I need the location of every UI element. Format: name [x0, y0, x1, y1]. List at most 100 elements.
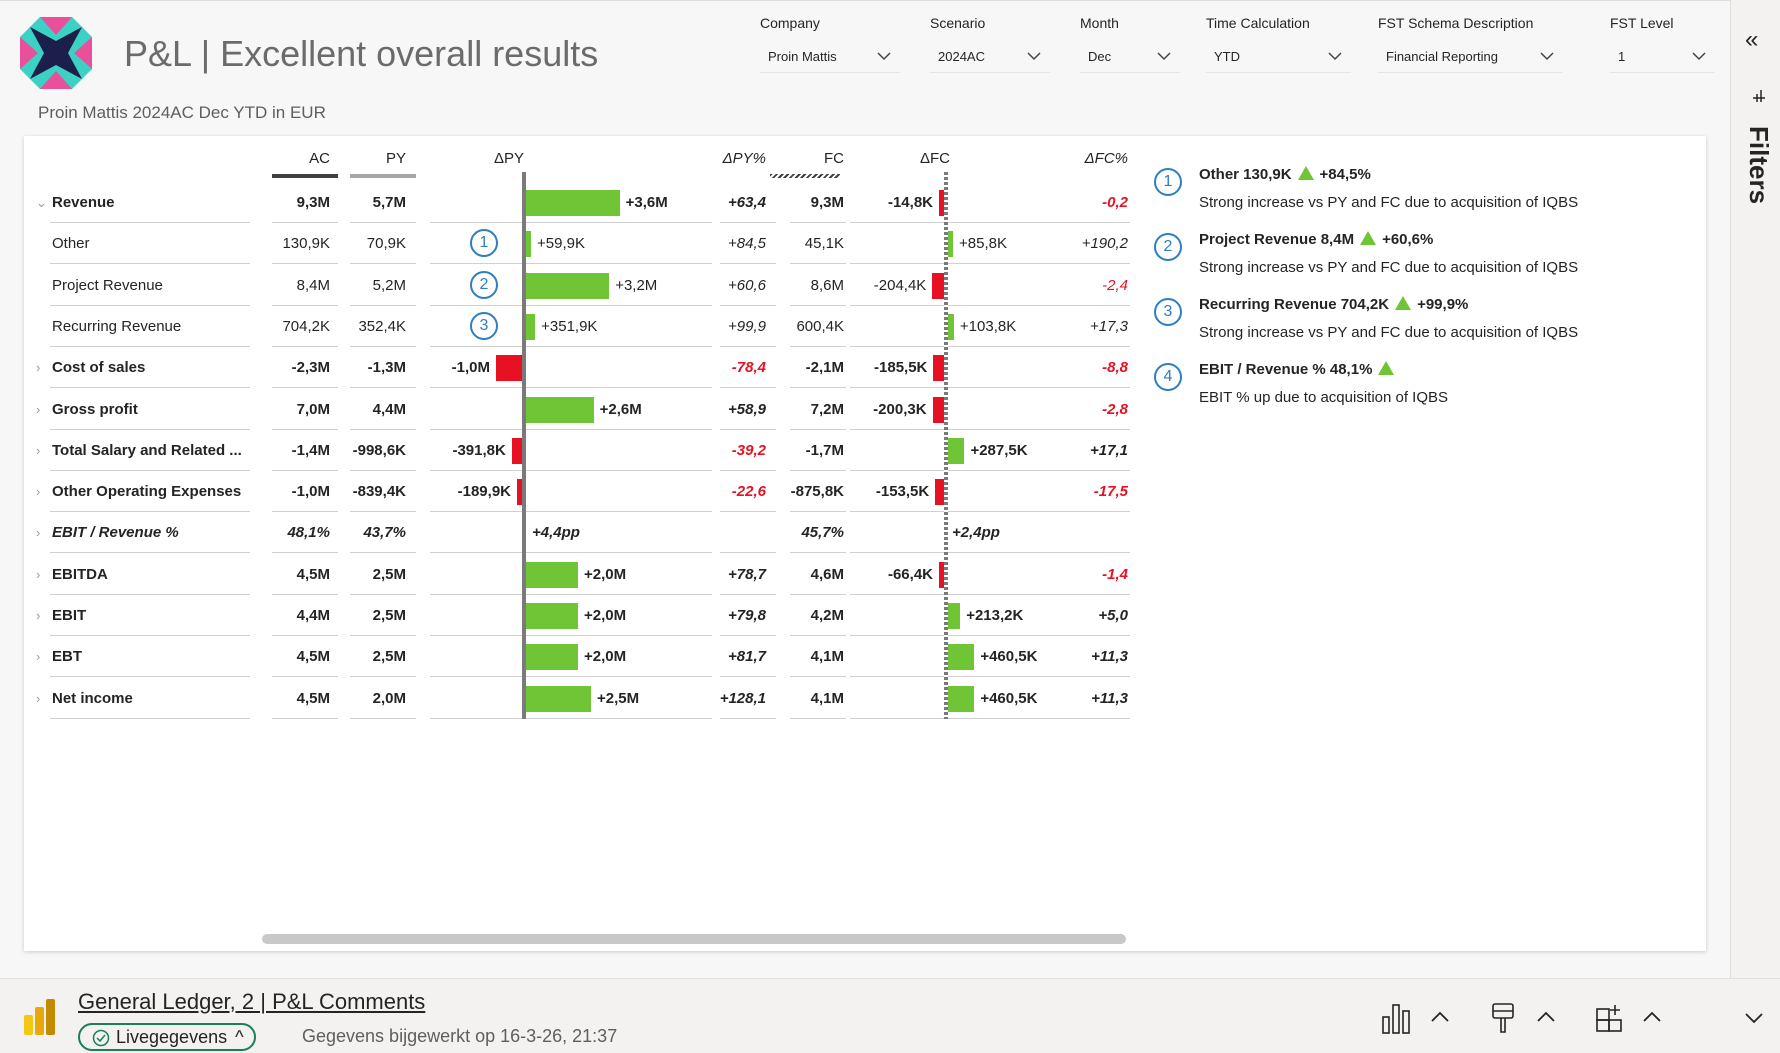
- table-row[interactable]: › Net income 4,5M 2,0M +128,1 4,1M +11,3 +2,5M +…: [24, 678, 1130, 719]
- delta-fc-bar[interactable]: [933, 355, 944, 382]
- table-row[interactable]: Other 130,9K 70,9K +84,5 45,1K +190,2 +59,9K +8…: [24, 223, 1130, 265]
- header-fc[interactable]: FC: [784, 150, 844, 167]
- bar-chart-icon[interactable]: [1380, 1001, 1420, 1035]
- header-ac[interactable]: AC: [270, 150, 330, 167]
- slicer-scenario[interactable]: Scenario 2024AC: [930, 15, 1050, 73]
- slicer-dropdown[interactable]: 2024AC: [930, 43, 1050, 73]
- comment-marker-icon[interactable]: 1: [470, 229, 498, 258]
- slicer-company[interactable]: Company Proin Mattis: [760, 15, 900, 73]
- delta-fc-bar[interactable]: [932, 272, 944, 299]
- delta-py-label: +3,2M: [615, 276, 658, 294]
- table-row[interactable]: › EBIT / Revenue % 48,1% 43,7% 45,7% +4,4pp +2…: [24, 512, 1130, 554]
- delta-py-bar[interactable]: [526, 313, 536, 340]
- chevron-up-icon[interactable]: [1640, 1001, 1664, 1035]
- table-row[interactable]: Project Revenue 8,4M 5,2M +60,6 8,6M -2,4 +3,2…: [24, 265, 1130, 306]
- comment-number-icon: 1: [1154, 168, 1182, 196]
- collapse-icon[interactable]: «: [1745, 26, 1758, 54]
- comment-delta: +99,9%: [1417, 296, 1469, 313]
- delta-fc-bar[interactable]: [948, 644, 975, 671]
- expand-row-icon[interactable]: ›: [36, 347, 40, 388]
- cell-dpy-pct: +81,7: [728, 648, 766, 666]
- delta-py-bar[interactable]: [526, 190, 620, 216]
- header-dfc-pct[interactable]: ΔFC%: [1064, 150, 1128, 167]
- pl-table-visual[interactable]: AC PY ΔPY ΔPY% FC ΔFC ΔFC% ⌄ Revenue 9,3M 5…: [24, 136, 1706, 951]
- row-divider: [430, 717, 712, 719]
- delta-fc-bar[interactable]: [948, 231, 953, 258]
- cell-dfc-pct: +190,2: [1081, 235, 1128, 253]
- horizontal-scrollbar[interactable]: [262, 934, 1126, 944]
- expand-row-icon[interactable]: ›: [36, 430, 40, 471]
- delta-fc-bar[interactable]: [935, 479, 944, 506]
- delta-py-bar[interactable]: [526, 272, 610, 299]
- delta-py-bar[interactable]: [526, 561, 578, 588]
- table-row[interactable]: ⌄ Revenue 9,3M 5,7M +63,4 9,3M -0,2 +3,6M -14,8K: [24, 182, 1130, 223]
- table-row[interactable]: › EBT 4,5M 2,5M +81,7 4,1M +11,3 +2,0M +460,5K: [24, 636, 1130, 678]
- table-row[interactable]: › Gross profit 7,0M 4,4M +58,9 7,2M -2,8 +2,6M -…: [24, 389, 1130, 430]
- expand-row-icon[interactable]: ›: [36, 389, 40, 430]
- expand-row-icon[interactable]: ›: [36, 512, 40, 553]
- slicer-dropdown[interactable]: Financial Reporting: [1378, 43, 1563, 73]
- filters-label[interactable]: Filters: [1743, 126, 1774, 204]
- expand-row-icon[interactable]: ›: [36, 554, 40, 595]
- slicer-dropdown[interactable]: YTD: [1206, 43, 1351, 73]
- chevron-up-icon[interactable]: [1534, 1001, 1558, 1035]
- table-row[interactable]: › Other Operating Expenses -1,0M -839,4K -22…: [24, 471, 1130, 513]
- header-dpy[interactable]: ΔPY: [494, 150, 534, 167]
- delta-fc-label: +2,4pp: [952, 524, 1000, 542]
- row-divider: [272, 717, 338, 719]
- delta-fc-bar[interactable]: [948, 685, 975, 712]
- cell-fc: 45,1K: [804, 235, 844, 253]
- row-label: EBIT / Revenue %: [52, 524, 179, 542]
- header-dfc[interactable]: ΔFC: [920, 150, 960, 167]
- row-label: EBITDA: [52, 565, 108, 583]
- comment-body: Strong increase vs PY and FC due to acqu…: [1199, 259, 1579, 276]
- expand-row-icon[interactable]: ›: [36, 636, 40, 677]
- table-row[interactable]: › Cost of sales -2,3M -1,3M -78,4 -2,1M -8,8 -1…: [24, 347, 1130, 389]
- cell-ac: 704,2K: [282, 317, 330, 335]
- expand-row-icon[interactable]: ›: [36, 678, 40, 719]
- delta-py-bar[interactable]: [526, 231, 531, 258]
- expand-row-icon[interactable]: ›: [36, 595, 40, 636]
- slicer-fst-schema[interactable]: FST Schema Description Financial Reporti…: [1378, 15, 1563, 73]
- cell-dpy-pct: -22,6: [731, 483, 766, 501]
- paint-brush-icon[interactable]: [1488, 1001, 1518, 1035]
- expand-row-icon[interactable]: ›: [36, 471, 40, 512]
- delta-py-bar[interactable]: [526, 644, 578, 671]
- delta-fc-bar[interactable]: [932, 396, 944, 423]
- cell-ac: -1,4M: [291, 441, 330, 459]
- expand-row-icon[interactable]: ⌄: [36, 182, 47, 223]
- delta-py-bar[interactable]: [526, 396, 594, 423]
- table-row[interactable]: › Total Salary and Related ... -1,4M -998,6…: [24, 430, 1130, 471]
- slicer-time-calculation[interactable]: Time Calculation YTD: [1206, 15, 1351, 73]
- delta-fc-bar[interactable]: [948, 313, 954, 340]
- slicer-month[interactable]: Month Dec: [1080, 15, 1180, 73]
- delta-fc-label: +85,8K: [959, 235, 1007, 253]
- table-row[interactable]: Recurring Revenue 704,2K 352,4K +99,9 600,4K…: [24, 306, 1130, 347]
- delta-py-bar[interactable]: [526, 685, 591, 712]
- chevron-up-icon[interactable]: [1428, 1001, 1452, 1035]
- report-page-title[interactable]: General Ledger, 2 | P&L Comments: [78, 989, 425, 1015]
- comment-marker-icon[interactable]: 3: [470, 311, 498, 340]
- delta-fc-bar[interactable]: [948, 437, 965, 464]
- slicer-dropdown[interactable]: 1: [1610, 43, 1715, 73]
- table-row[interactable]: › EBIT 4,4M 2,5M +79,8 4,2M +5,0 +2,0M +213,2K: [24, 595, 1130, 636]
- slicer-dropdown[interactable]: Dec: [1080, 43, 1180, 73]
- slicer-fst-level[interactable]: FST Level 1: [1610, 15, 1715, 73]
- chevron-down-icon[interactable]: [1742, 1001, 1766, 1035]
- cell-fc: 600,4K: [796, 317, 844, 335]
- delta-py-bar[interactable]: [526, 603, 578, 629]
- cell-fc: -2,1M: [805, 359, 844, 377]
- delta-py-bar[interactable]: [496, 355, 522, 382]
- delta-py-bar[interactable]: [511, 437, 522, 464]
- comment-marker-icon[interactable]: 2: [470, 270, 498, 299]
- add-visual-icon[interactable]: [1594, 1001, 1626, 1035]
- cell-dpy-pct: +99,9: [728, 317, 766, 335]
- live-data-button[interactable]: Livegegevens ^: [78, 1023, 256, 1051]
- header-py[interactable]: PY: [348, 150, 406, 167]
- header-dpy-pct[interactable]: ΔPY%: [704, 150, 766, 167]
- table-row[interactable]: › EBITDA 4,5M 2,5M +78,7 4,6M -1,4 +2,0M -66,4K: [24, 554, 1130, 595]
- company-logo: [20, 17, 92, 89]
- delta-fc-bar[interactable]: [948, 603, 961, 629]
- row-label: EBIT: [52, 607, 87, 624]
- slicer-dropdown[interactable]: Proin Mattis: [760, 43, 900, 73]
